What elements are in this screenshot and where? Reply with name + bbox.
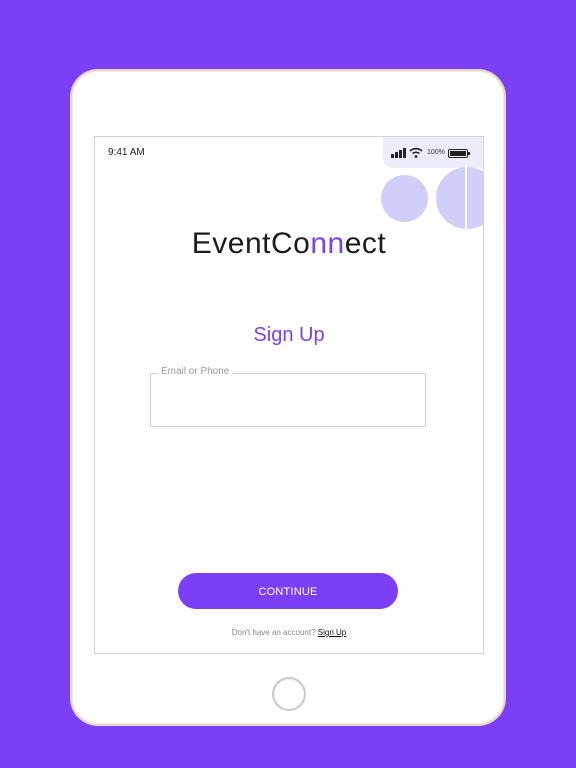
signup-footer: Don't have an account? Sign Up [95, 628, 483, 637]
logo-text-start: EventCo [191, 227, 311, 260]
email-field[interactable]: Email or Phone [150, 366, 426, 427]
footer-prompt: Don't have an account? [231, 628, 316, 637]
logo-text-end: ect [344, 227, 387, 260]
home-button[interactable] [272, 677, 306, 711]
status-time: 9:41 AM [108, 147, 145, 158]
device-screen: 9:41 AM 100% EventConnect Sign Up Email … [94, 136, 484, 654]
signal-icon [391, 148, 407, 158]
sign-up-link[interactable]: Sign Up [318, 628, 346, 637]
battery-icon [448, 149, 470, 158]
wifi-icon [409, 147, 423, 158]
decor-divider [465, 165, 467, 231]
email-input[interactable] [151, 374, 425, 426]
decor-circle-right [436, 167, 483, 229]
logo-text-accent: nn [310, 227, 345, 260]
status-panel: 100% [383, 137, 483, 168]
decor-circle-left [381, 175, 428, 222]
page-title: Sign Up [253, 324, 325, 346]
continue-button[interactable]: CONTINUE [178, 573, 398, 609]
app-logo: EventConnect [95, 227, 483, 261]
battery-percent: 100% [427, 149, 445, 156]
